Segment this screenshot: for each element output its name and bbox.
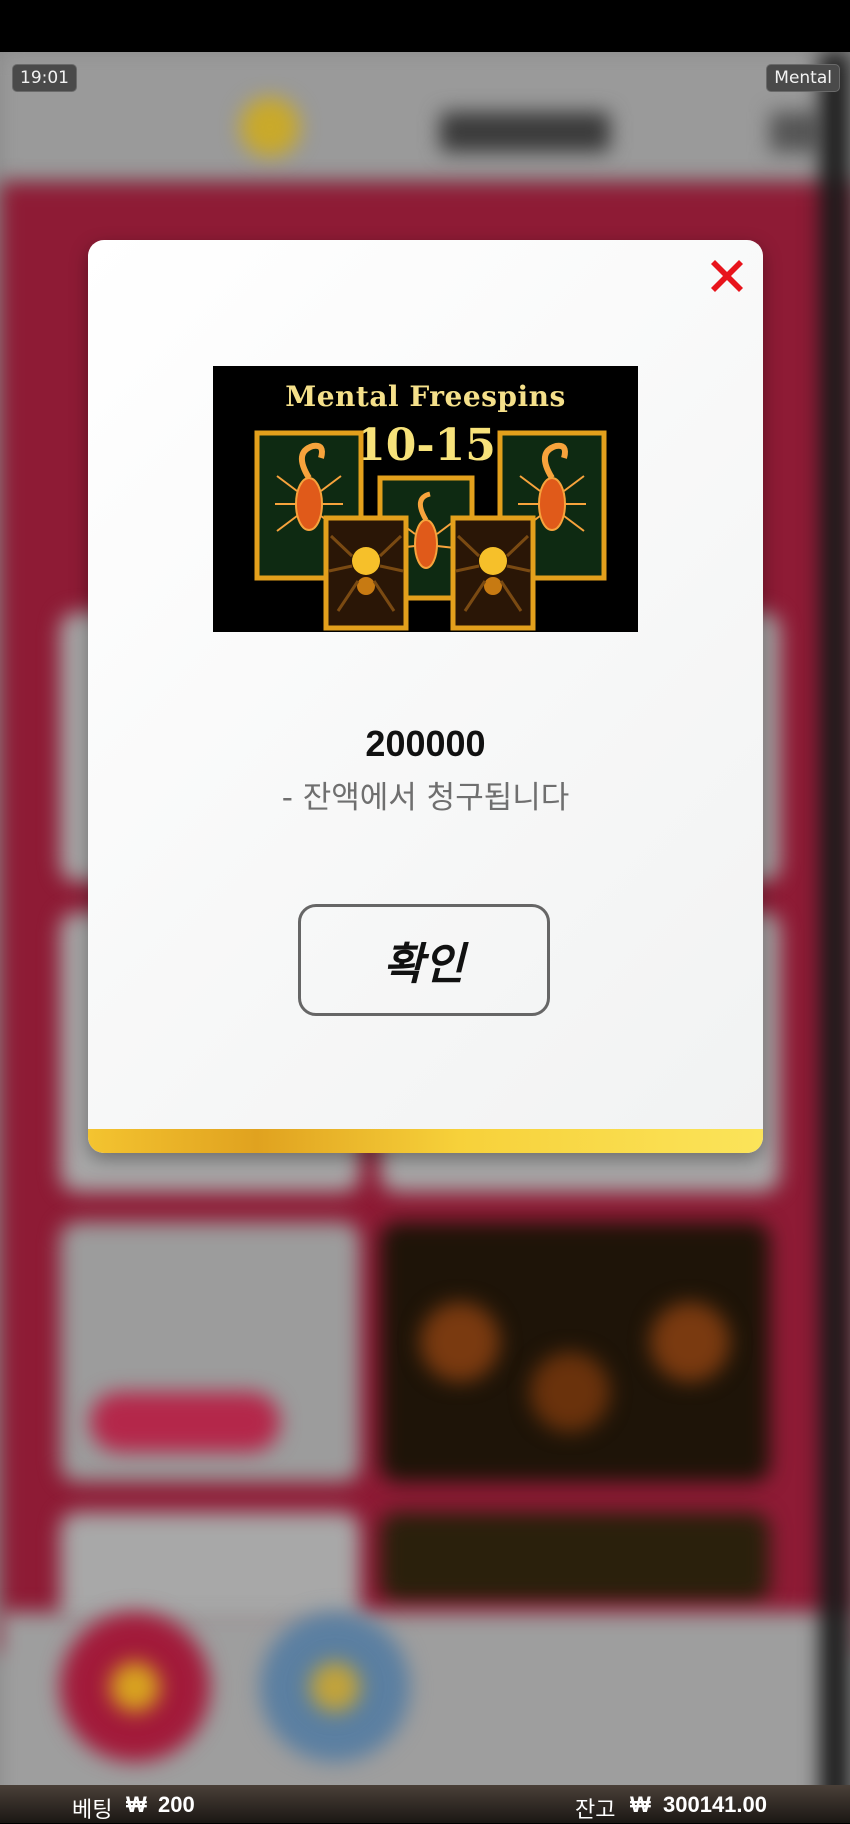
charge-note: - 잔액에서 청구됩니다 <box>281 780 570 816</box>
balance-currency: ₩ <box>630 1792 651 1817</box>
lobby-header <box>0 52 850 182</box>
lobby-logo <box>240 97 300 157</box>
buy-freespins-dialog: Mental Freespins 10-15 200000 - 잔액에서 청구됩… <box>88 240 763 1153</box>
lobby-brand <box>440 112 610 152</box>
balance-value: 300141.00 <box>663 1792 767 1817</box>
bottom-status-bar: 베팅 ₩ 200 잔고 ₩ 300141.00 <box>0 1785 850 1823</box>
tile-glow <box>530 1352 610 1432</box>
game-tile <box>380 1512 770 1602</box>
top-black-bar <box>0 0 850 52</box>
scorpion-symbols-art <box>254 430 607 631</box>
confirm-button[interactable]: 확인 <box>298 904 550 1016</box>
blurred-game-lobby: 19:01 Mental Mental Freespins 10-15 2000… <box>0 52 850 1823</box>
bet-label: 베팅 <box>72 1797 113 1822</box>
gold-accent-bar <box>88 1129 763 1153</box>
price-amount: 200000 <box>365 723 486 764</box>
game-name-badge: Mental <box>766 64 840 92</box>
balance-label: 잔고 <box>575 1797 616 1822</box>
bet-value: 200 <box>158 1792 195 1817</box>
close-x-icon[interactable] <box>705 254 749 298</box>
tile-glow <box>420 1302 500 1382</box>
menu-icon <box>770 112 820 152</box>
chip-center <box>310 1662 360 1712</box>
right-edge-shadow <box>820 52 850 1823</box>
freespins-banner-image: Mental Freespins 10-15 <box>213 366 638 632</box>
clock-time: 19:01 <box>12 64 77 92</box>
chip-center <box>110 1662 160 1712</box>
bet-currency: ₩ <box>126 1792 147 1817</box>
tile-glow <box>650 1302 730 1382</box>
tile-button <box>90 1392 280 1452</box>
